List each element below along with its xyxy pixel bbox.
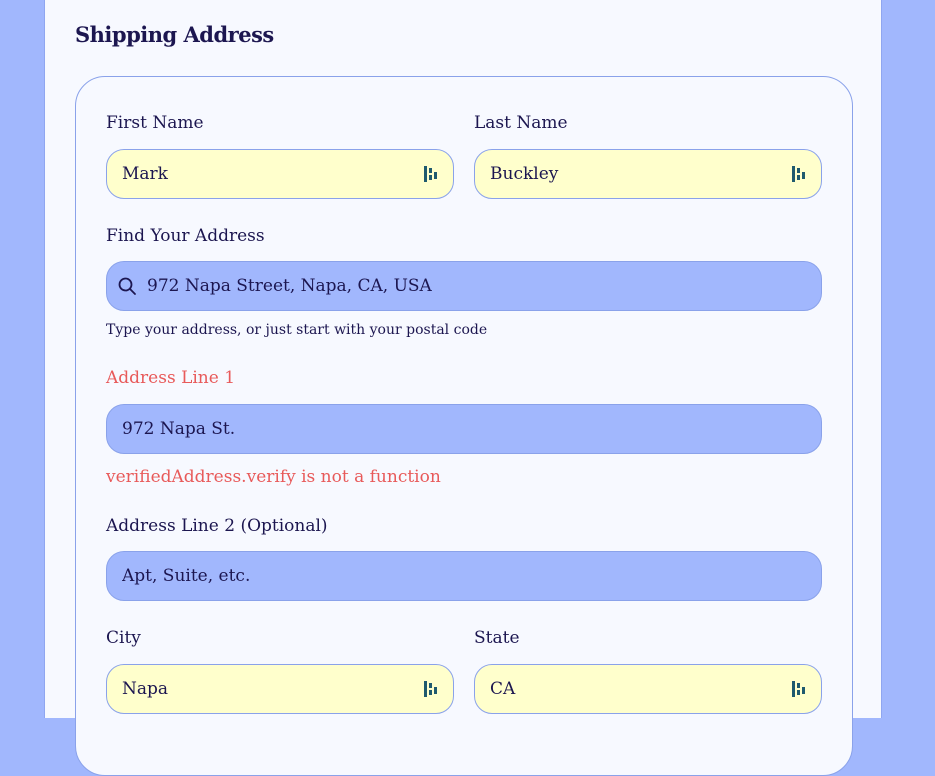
password-manager-icon[interactable] [791,680,807,698]
find-address-input[interactable] [137,262,821,310]
address-line-2-input[interactable] [107,552,821,600]
password-manager-icon[interactable] [791,165,807,183]
shipping-address-panel: Shipping Address First Name Last Name [44,0,882,776]
address-form-card: First Name Last Name [75,76,853,776]
city-field[interactable] [106,664,454,714]
find-address-label: Find Your Address [106,226,265,246]
last-name-label: Last Name [474,113,568,133]
search-icon [117,276,137,296]
first-name-field[interactable] [106,149,454,199]
state-field[interactable] [474,664,822,714]
find-address-hint: Type your address, or just start with yo… [106,322,488,338]
city-input[interactable] [107,665,423,713]
first-name-label: First Name [106,113,204,133]
state-input[interactable] [475,665,791,713]
address-line-1-field[interactable] [106,404,822,454]
address-line-1-input[interactable] [107,405,821,453]
address-line-1-error: verifiedAddress.verify is not a function [106,467,441,487]
address-line-1-label: Address Line 1 [106,368,236,388]
last-name-field[interactable] [474,149,822,199]
find-address-field[interactable] [106,261,822,311]
state-label: State [474,628,520,648]
address-line-2-field[interactable] [106,551,822,601]
first-name-input[interactable] [107,150,423,198]
last-name-input[interactable] [475,150,791,198]
password-manager-icon[interactable] [423,680,439,698]
city-label: City [106,628,141,648]
password-manager-icon[interactable] [423,165,439,183]
address-line-2-label: Address Line 2 (Optional) [106,516,328,536]
section-title: Shipping Address [75,22,274,47]
